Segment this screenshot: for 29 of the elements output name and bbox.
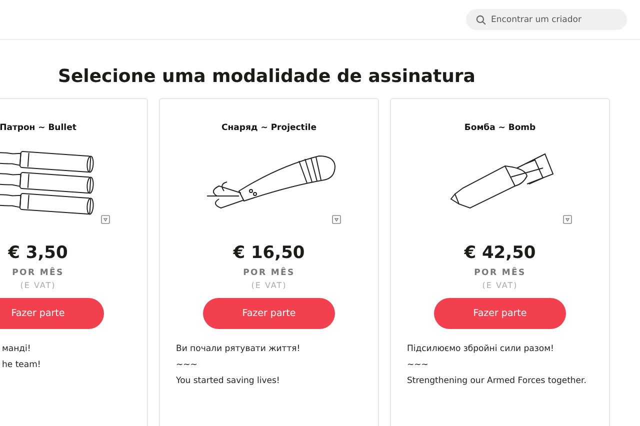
- description-line: манді!: [2, 343, 32, 356]
- tag-icon[interactable]: [101, 215, 110, 224]
- description-line: ~~~: [176, 359, 198, 372]
- description-line: Підсилюємо збройні сили разом!: [407, 343, 555, 356]
- join-button[interactable]: Fazer parte: [0, 298, 104, 329]
- plan-title: Снаряд ~ Projectile: [222, 123, 316, 133]
- page-heading: Selecione uma modalidade de assinatura: [58, 66, 476, 87]
- vat-note: (E VAT): [251, 281, 287, 290]
- search-field[interactable]: Encontrar um criador: [466, 9, 627, 30]
- join-button[interactable]: Fazer parte: [203, 298, 335, 329]
- plan-price: € 3,50: [8, 243, 68, 263]
- description-line: Ви почали рятувати життя!: [176, 343, 302, 356]
- plan-price: € 16,50: [233, 243, 305, 263]
- billing-period: POR MÊS: [243, 268, 295, 278]
- billing-period: POR MÊS: [12, 268, 64, 278]
- plan-price: € 42,50: [464, 243, 536, 263]
- description-line: he team!: [2, 359, 42, 372]
- plan-title: Бомба ~ Bomb: [464, 123, 536, 133]
- vat-note: (E VAT): [482, 281, 518, 290]
- search-icon: [476, 15, 486, 25]
- description-line: ~~~: [407, 359, 430, 372]
- description-line: Strengthening our Armed Forces together.: [407, 375, 588, 388]
- tag-icon[interactable]: [332, 215, 341, 224]
- tag-icon[interactable]: [563, 215, 572, 224]
- join-button[interactable]: Fazer parte: [434, 298, 566, 329]
- billing-period: POR MÊS: [474, 268, 526, 278]
- plan-title: Патрон ~ Bullet: [0, 123, 76, 133]
- description-line: You started saving lives!: [176, 375, 281, 388]
- vat-note: (E VAT): [20, 281, 56, 290]
